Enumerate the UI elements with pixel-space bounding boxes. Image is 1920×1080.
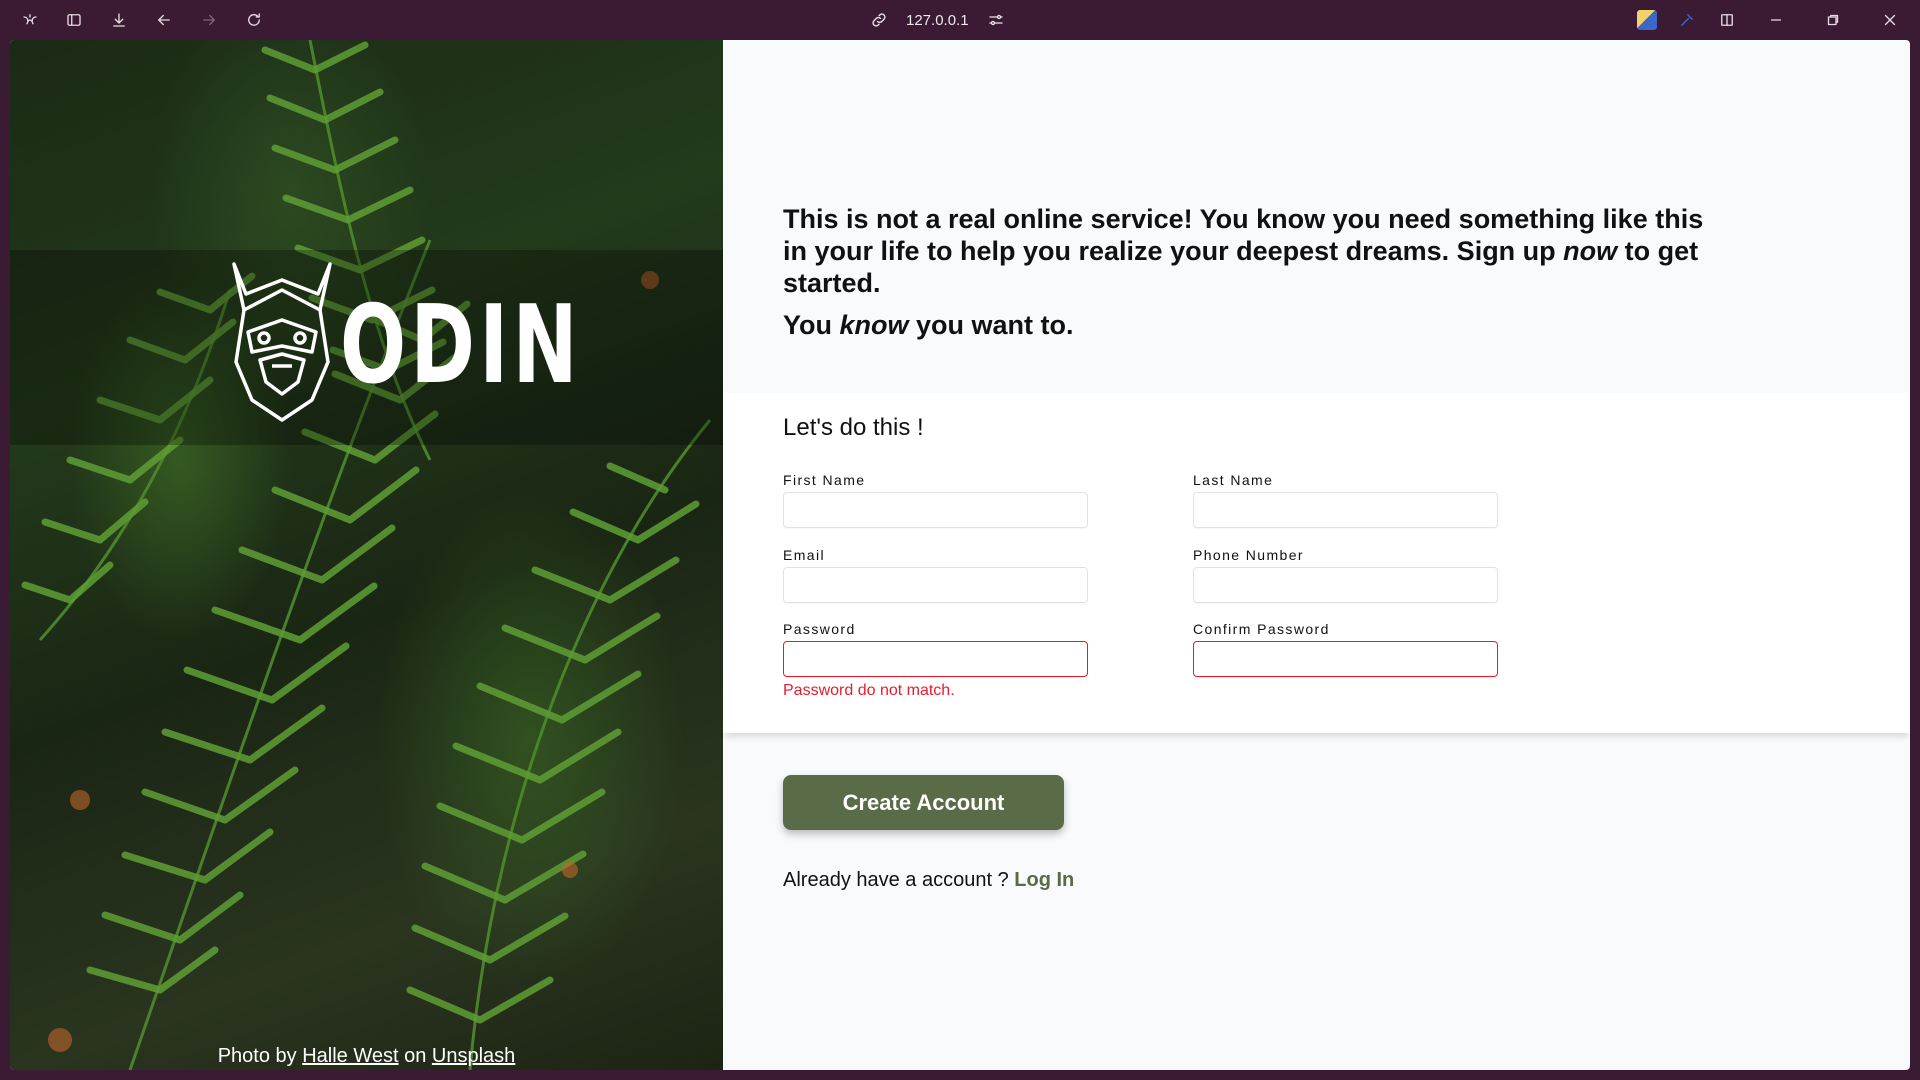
confirm-password-input[interactable] [1193, 641, 1498, 677]
intro-text: This is not a real online service! You k… [783, 203, 1723, 341]
phone-group: Phone Number [1193, 547, 1498, 603]
email-input[interactable] [783, 567, 1088, 603]
credit-prefix: Photo by [217, 1045, 297, 1067]
unsplash-link[interactable]: Unsplash [432, 1045, 515, 1067]
password-error: Password do not match. [783, 682, 955, 699]
viking-helmet-logo [232, 262, 332, 422]
email-group: Email [783, 547, 1088, 603]
last-name-input[interactable] [1193, 492, 1498, 528]
odin-logo-text: ODIN [340, 283, 582, 408]
password-label: Password [783, 621, 856, 637]
fern-background [21, 40, 712, 1070]
hero-image: ODIN Photo by Halle West on Unsplash [10, 40, 723, 1070]
login-prompt-text: Already have a account ? [783, 869, 1009, 891]
extension-icon[interactable] [1637, 10, 1657, 30]
download-icon[interactable] [105, 6, 133, 34]
back-icon[interactable] [150, 6, 178, 34]
signup-content: This is not a real online service! You k… [723, 40, 1910, 1070]
email-label: Email [783, 547, 826, 563]
last-name-label: Last Name [1193, 472, 1274, 488]
restore-icon[interactable] [1819, 6, 1847, 34]
confirm-password-label: Confirm Password [1193, 621, 1330, 637]
address-bar[interactable]: 127.0.0.1 [870, 6, 1005, 34]
password-group: Password Password do not match. [783, 621, 1088, 700]
intro-paragraph-1: This is not a real online service! You k… [783, 204, 1704, 298]
confirm-password-group: Confirm Password [1193, 621, 1498, 677]
password-input[interactable] [783, 641, 1088, 677]
minimize-icon[interactable] [1762, 6, 1790, 34]
phone-label: Phone Number [1193, 547, 1304, 563]
first-name-input[interactable] [783, 492, 1088, 528]
split-view-icon[interactable] [1713, 6, 1741, 34]
login-link[interactable]: Log In [1014, 869, 1074, 891]
last-name-group: Last Name [1193, 472, 1498, 528]
page-viewport: ODIN Photo by Halle West on Unsplash Thi… [10, 40, 1910, 1070]
browser-menu-icon[interactable] [16, 6, 44, 34]
photographer-link[interactable]: Halle West [302, 1045, 398, 1067]
link-icon [872, 13, 886, 27]
login-prompt: Already have a account ? Log In [783, 869, 1074, 892]
first-name-group: First Name [783, 472, 1088, 528]
forward-icon[interactable] [195, 6, 223, 34]
phone-input[interactable] [1193, 567, 1498, 603]
browser-toolbar: 127.0.0.1 [0, 0, 1920, 40]
first-name-label: First Name [783, 472, 866, 488]
create-account-button[interactable]: Create Account [783, 775, 1064, 830]
close-icon[interactable] [1876, 6, 1904, 34]
form-title: Let's do this ! [783, 414, 924, 441]
color-picker-icon[interactable] [1673, 6, 1701, 34]
signup-form: Let's do this ! First Name Last Name Ema… [723, 393, 1910, 733]
reload-icon[interactable] [240, 6, 268, 34]
photo-credit: Photo by Halle West on Unsplash [10, 1045, 723, 1068]
intro-paragraph-2: You know you want to. [783, 310, 1074, 340]
credit-middle: on [404, 1045, 427, 1067]
url-text[interactable]: 127.0.0.1 [906, 12, 969, 29]
site-settings-icon[interactable] [987, 11, 1005, 29]
sidebar-toggle-icon[interactable] [60, 6, 88, 34]
